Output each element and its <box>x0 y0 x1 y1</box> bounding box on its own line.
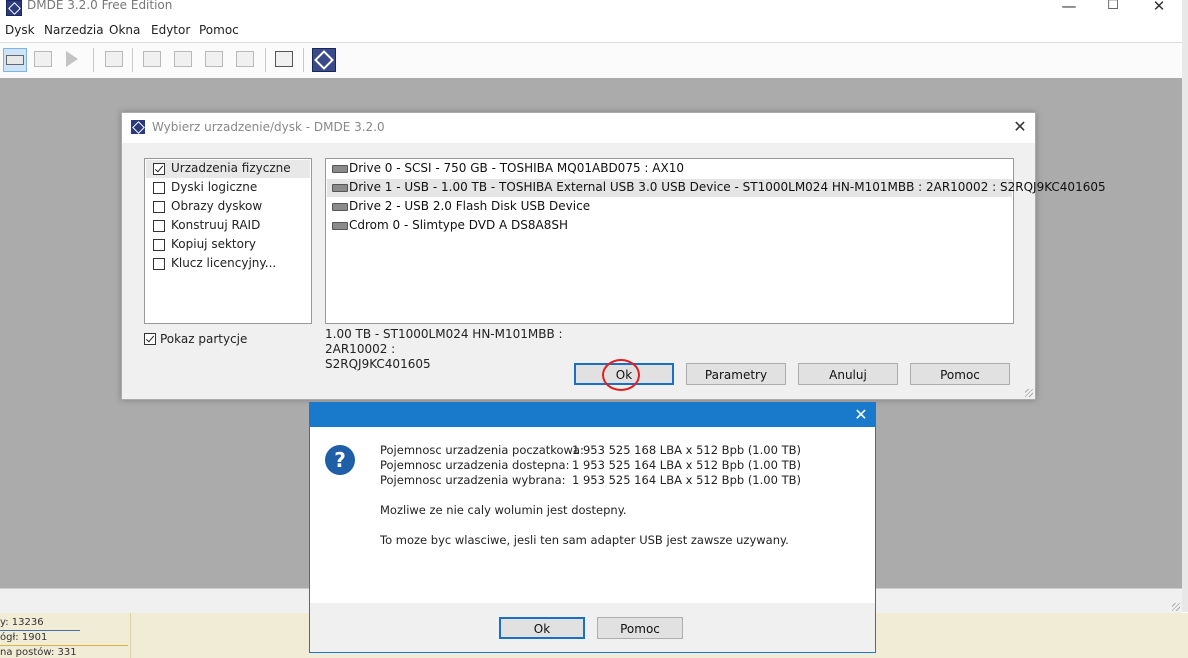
background-window-edge <box>1182 0 1188 612</box>
play-icon[interactable] <box>61 48 83 70</box>
dialog-footer: Ok Pomoc <box>310 603 875 652</box>
category-label: Urzadzenia fizyczne <box>171 161 291 175</box>
checkbox-icon[interactable] <box>153 258 165 270</box>
toolbar-separator <box>132 48 133 72</box>
dmde-logo-icon[interactable] <box>312 48 336 72</box>
toolbar-separator <box>93 48 94 72</box>
dialog-titlebar: Wybierz urzadzenie/dysk - DMDE 3.2.0 ✕ <box>122 113 1035 143</box>
capacity-value: 1 953 525 164 LBA x 512 Bpb (1.00 TB) <box>572 458 801 472</box>
minimize-icon[interactable]: — <box>1059 0 1079 15</box>
menu-dysk[interactable]: Dysk <box>5 23 35 37</box>
device-label: Drive 0 - SCSI - 750 GB - TOSHIBA MQ01AB… <box>349 161 684 175</box>
new-file-icon[interactable] <box>103 48 125 70</box>
warning-text: Mozliwe ze nie caly wolumin jest dostepn… <box>380 503 627 517</box>
toolbar-separator <box>265 48 266 72</box>
window-titlebar: DMDE 3.2.0 Free Edition — ☐ ✕ <box>0 0 1182 18</box>
close-icon[interactable]: ✕ <box>1010 117 1030 136</box>
menu-bar: Dysk Narzedzia Okna Edytor Pomoc <box>0 21 1182 41</box>
hard-drive-icon <box>332 184 348 192</box>
dialog-titlebar: ✕ <box>310 403 875 427</box>
capacity-label: Pojemnosc urzadzenia dostepna: <box>380 458 570 472</box>
checkbox-icon[interactable] <box>153 239 165 251</box>
device-row-drive0[interactable]: Drive 0 - SCSI - 750 GB - TOSHIBA MQ01AB… <box>327 160 1012 178</box>
category-label: Kopiuj sektory <box>171 237 256 251</box>
device-select-dialog: Wybierz urzadzenie/dysk - DMDE 3.2.0 ✕ U… <box>121 112 1106 400</box>
show-partitions-label: Pokaz partycje <box>160 332 248 346</box>
parameters-button[interactable]: Parametry <box>686 363 786 385</box>
capacity-message-dialog: ✕ ? Pojemnosc urzadzenia poczatkowa: 1 9… <box>309 402 876 653</box>
menu-narzedzia[interactable]: Narzedzia <box>44 23 104 37</box>
device-label: Drive 1 - USB - 1.00 TB - TOSHIBA Extern… <box>349 180 1106 194</box>
partitions-icon[interactable] <box>32 48 54 70</box>
toolbar <box>0 42 1182 79</box>
capacity-value: 1 953 525 168 LBA x 512 Bpb (1.00 TB) <box>572 443 801 457</box>
device-label: Cdrom 0 - Slimtype DVD A DS8A8SH <box>349 218 568 232</box>
background-stat: ógł: 1901 <box>0 632 48 643</box>
checkbox-icon[interactable] <box>153 182 165 194</box>
category-label: Dyski logiczne <box>171 180 258 194</box>
maximize-icon[interactable]: ☐ <box>1103 0 1123 13</box>
category-label: Klucz licencyjny... <box>171 256 277 270</box>
resize-grip-icon[interactable] <box>1172 603 1180 611</box>
list-icon[interactable] <box>203 48 225 70</box>
resize-grip-icon[interactable] <box>1025 389 1033 397</box>
checkbox-icon[interactable] <box>153 163 165 175</box>
list-icon[interactable] <box>141 48 163 70</box>
copy-icon[interactable] <box>273 48 295 70</box>
device-info-line: 1.00 TB - ST1000LM024 HN-M101MBB : 2AR10… <box>325 327 563 356</box>
category-logical-disks[interactable]: Dyski logiczne <box>146 179 310 197</box>
menu-okna[interactable]: Okna <box>109 23 140 37</box>
capacity-value: 1 953 525 164 LBA x 512 Bpb (1.00 TB) <box>572 473 801 487</box>
ok-button[interactable]: Ok <box>499 617 585 639</box>
checkbox-icon[interactable] <box>153 220 165 232</box>
category-copy-sectors[interactable]: Kopiuj sektory <box>146 236 310 254</box>
category-disk-images[interactable]: Obrazy dyskow <box>146 198 310 216</box>
background-stat: y: 13236 <box>0 617 44 628</box>
dmde-app-icon <box>131 120 145 134</box>
device-row-drive2[interactable]: Drive 2 - USB 2.0 Flash Disk USB Device <box>327 198 1012 216</box>
category-license-key[interactable]: Klucz licencyjny... <box>146 255 310 273</box>
background-stat: na postów: 331 <box>0 647 77 658</box>
device-label: Drive 2 - USB 2.0 Flash Disk USB Device <box>349 199 591 213</box>
category-physical-devices[interactable]: Urzadzenia fizyczne <box>146 160 310 178</box>
category-construct-raid[interactable]: Konstruuj RAID <box>146 217 310 235</box>
close-icon[interactable]: ✕ <box>1149 0 1169 15</box>
background-divider <box>0 630 80 631</box>
menu-pomoc[interactable]: Pomoc <box>199 23 239 37</box>
background-column: y: 13236 ógł: 1901 na postów: 331 <box>0 613 131 658</box>
red-annotation-circle <box>602 359 640 391</box>
hard-drive-icon <box>332 203 348 211</box>
cancel-button[interactable]: Anuluj <box>798 363 898 385</box>
dmde-app-icon <box>6 0 22 16</box>
category-list: Urzadzenia fizyczne Dyski logiczne Obraz… <box>144 158 312 324</box>
question-icon: ? <box>325 445 355 475</box>
toolbar-separator <box>303 48 304 72</box>
explanation-text: To moze byc wlasciwe, jesli ten sam adap… <box>380 533 789 547</box>
open-disk-icon[interactable] <box>3 48 27 72</box>
capacity-label: Pojemnosc urzadzenia wybrana: <box>380 473 566 487</box>
show-partitions-checkbox[interactable]: Pokaz partycje <box>144 331 304 349</box>
device-row-cdrom0[interactable]: Cdrom 0 - Slimtype DVD A DS8A8SH <box>327 217 1012 235</box>
help-button[interactable]: Pomoc <box>597 617 683 639</box>
category-label: Konstruuj RAID <box>171 218 261 232</box>
close-icon[interactable]: ✕ <box>851 405 871 424</box>
background-divider <box>0 645 128 646</box>
window-title: DMDE 3.2.0 Free Edition <box>27 0 173 12</box>
list-icon[interactable] <box>172 48 194 70</box>
hard-drive-icon <box>332 165 348 173</box>
device-row-drive1[interactable]: Drive 1 - USB - 1.00 TB - TOSHIBA Extern… <box>327 179 1106 197</box>
capacity-label: Pojemnosc urzadzenia poczatkowa: <box>380 443 584 457</box>
cdrom-icon <box>332 222 348 230</box>
device-list: Drive 0 - SCSI - 750 GB - TOSHIBA MQ01AB… <box>325 158 1106 324</box>
dialog-title: Wybierz urzadzenie/dysk - DMDE 3.2.0 <box>152 120 385 134</box>
menu-edytor[interactable]: Edytor <box>151 23 190 37</box>
category-label: Obrazy dyskow <box>171 199 263 213</box>
help-button[interactable]: Pomoc <box>910 363 1010 385</box>
checkbox-icon[interactable] <box>144 333 156 345</box>
search-list-icon[interactable] <box>234 48 256 70</box>
checkbox-icon[interactable] <box>153 201 165 213</box>
